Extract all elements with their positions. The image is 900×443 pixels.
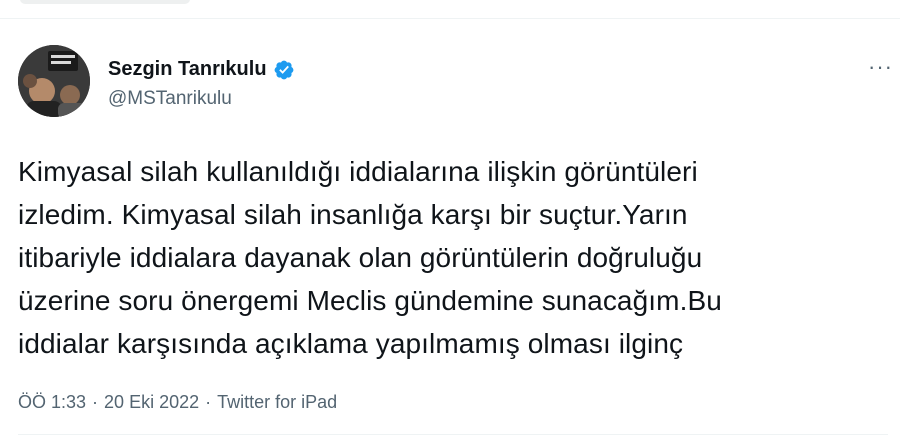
author-handle[interactable]: @MSTanrikulu: [108, 88, 232, 110]
tweet-time[interactable]: ÖÖ 1:33: [18, 392, 86, 413]
author-name-row: Sezgin Tanrıkulu: [108, 58, 295, 81]
author-display-name[interactable]: Sezgin Tanrıkulu: [108, 58, 267, 81]
meta-separator: ·: [92, 392, 99, 412]
bottom-divider: [18, 434, 888, 435]
top-divider: [0, 18, 900, 19]
previous-content-strip: [0, 0, 900, 14]
tweet-source[interactable]: Twitter for iPad: [217, 392, 337, 413]
cropped-previous-text: [20, 0, 190, 4]
avatar-photo: [18, 45, 90, 117]
avatar[interactable]: [18, 45, 90, 117]
tweet-metadata: ÖÖ 1:33 · 20 Eki 2022 · Twitter for iPad: [18, 392, 337, 413]
tweet-text: Kimyasal silah kullanıldığı iddialarına …: [18, 156, 722, 359]
meta-separator: ·: [205, 392, 212, 412]
tweet-date[interactable]: 20 Eki 2022: [104, 392, 199, 413]
more-options-icon[interactable]: ···: [868, 56, 893, 78]
verified-badge-icon: [273, 59, 295, 81]
